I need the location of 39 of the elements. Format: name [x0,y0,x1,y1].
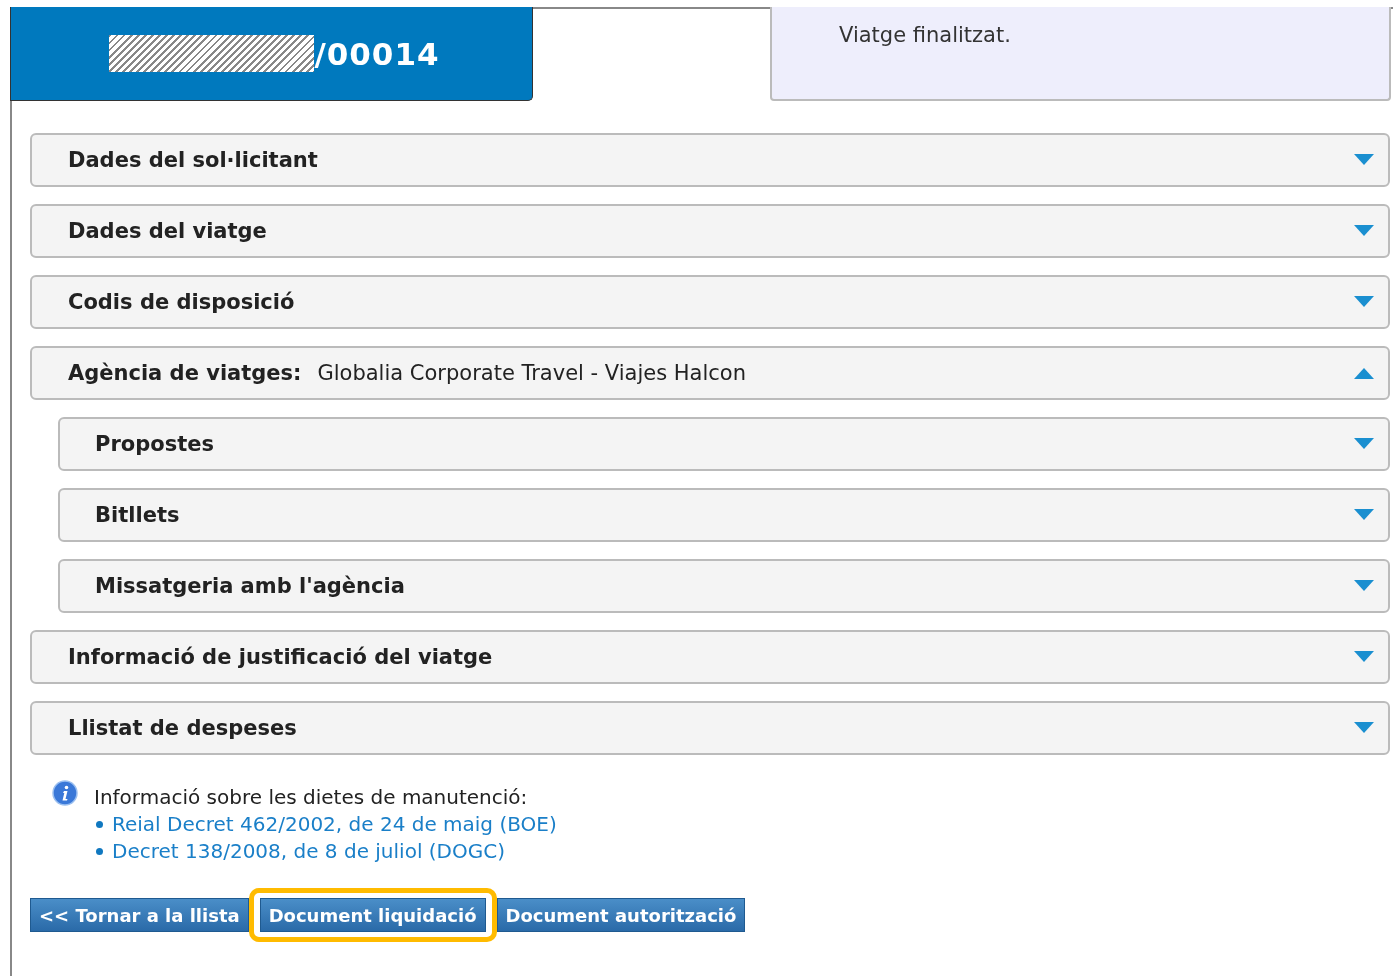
section-title: Codis de disposició [68,290,295,314]
action-button[interactable]: Document liquidació [259,898,486,932]
collapse-arrow-icon[interactable] [1354,367,1374,379]
section-title: Dades del viatge [68,219,267,243]
section-header[interactable]: Codis de disposició [30,275,1390,329]
section-header[interactable]: Llistat de despeses [30,701,1390,755]
action-button[interactable]: << Tornar a la llista [30,898,249,932]
record-number: /00014 [314,35,440,72]
expand-arrow-icon[interactable] [1354,651,1374,663]
section-header[interactable]: Bitllets [58,488,1390,542]
section-header[interactable]: Propostes [58,417,1390,471]
expand-arrow-icon[interactable] [1354,154,1374,166]
expand-arrow-icon[interactable] [1354,296,1374,308]
section-title: Bitllets [95,503,180,527]
section-title: Dades del sol·licitant [68,148,318,172]
section-header[interactable]: Informació de justificació del viatge [30,630,1390,684]
expand-arrow-icon[interactable] [1354,438,1374,450]
section-title: Informació de justificació del viatge [68,645,493,669]
bullet-icon [96,821,103,828]
section-value: Globalia Corporate Travel - Viajes Halcon [317,361,747,385]
section-title: Agència de viatges: [68,361,302,385]
expand-arrow-icon[interactable] [1354,509,1374,521]
section-header[interactable]: Dades del viatge [30,204,1390,258]
section-header[interactable]: Dades del sol·licitant [30,133,1390,187]
section-header[interactable]: Missatgeria amb l'agència [58,559,1390,613]
section-title: Propostes [95,432,214,456]
status-message: Viatge finalitzat. [839,23,1011,47]
section-title: Missatgeria amb l'agència [95,574,405,598]
action-button[interactable]: Document autorització [496,898,746,932]
regulation-link[interactable]: Decret 138/2008, de 8 de juliol (DOGC) [112,838,506,865]
info-text: Informació sobre les dietes de manutenció: [94,784,529,811]
expand-arrow-icon[interactable] [1354,225,1374,237]
bullet-icon [96,848,103,855]
regulation-link[interactable]: Reial Decret 462/2002, de 24 de maig (BOE) [112,811,557,838]
info-icon [52,780,78,806]
expand-arrow-icon[interactable] [1354,722,1374,734]
section-title: Llistat de despeses [68,716,297,740]
section-header[interactable]: Agència de viatges: Globalia Corporate Travel - Viajes Halcon [30,346,1390,400]
expand-arrow-icon[interactable] [1354,580,1374,592]
